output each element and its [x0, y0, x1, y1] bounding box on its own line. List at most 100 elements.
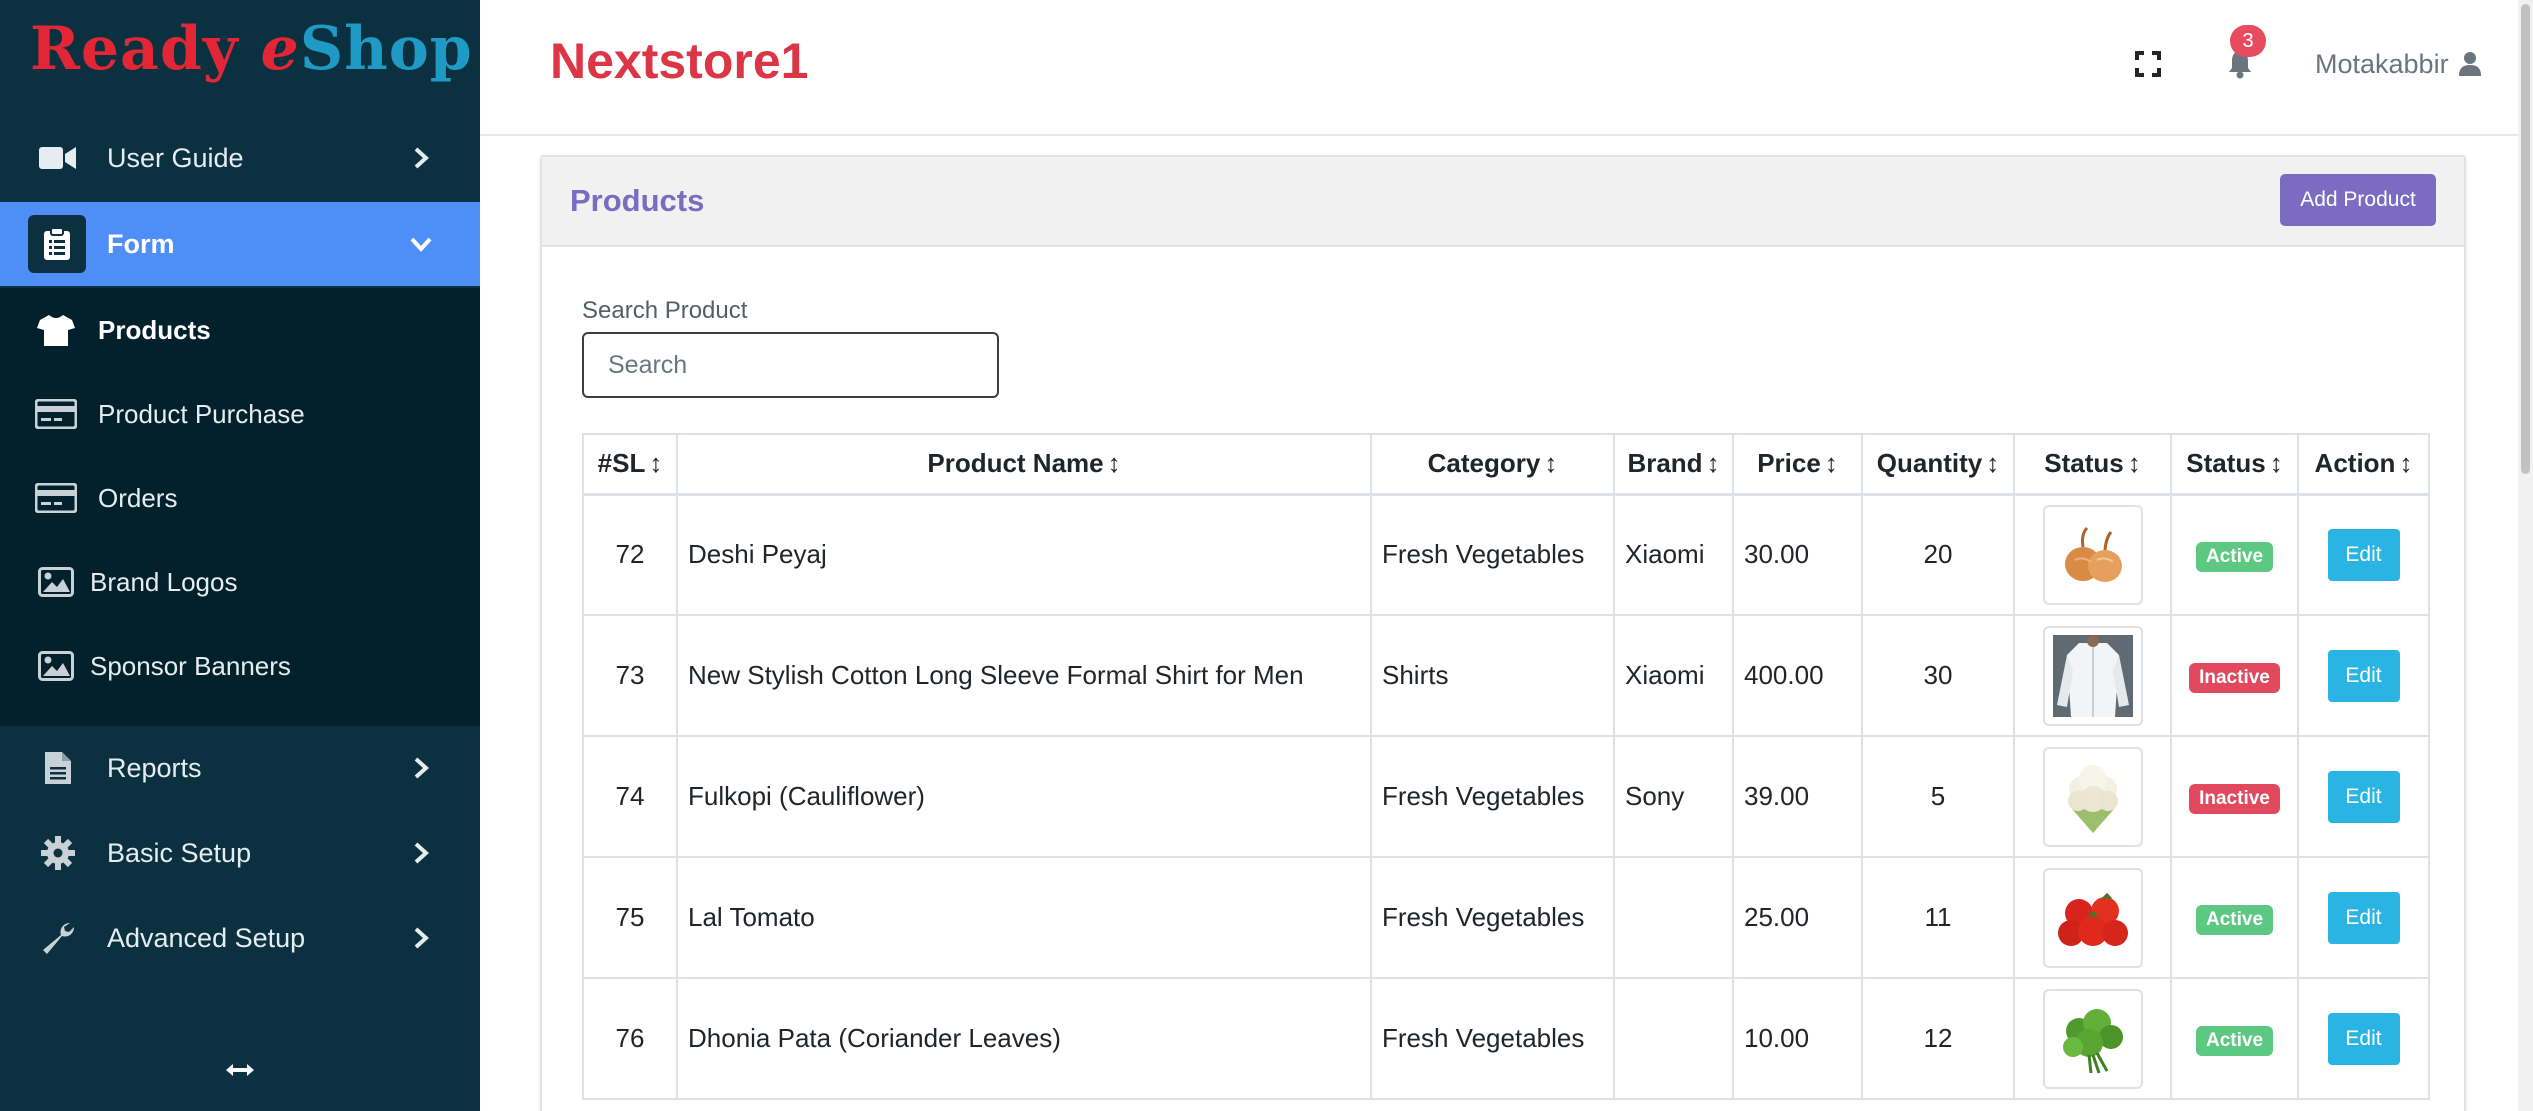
clipboard-icon: [28, 215, 86, 273]
submenu-item-orders[interactable]: Orders: [0, 456, 480, 540]
add-product-button[interactable]: Add Product: [2280, 174, 2436, 226]
cell-price: 10.00: [1732, 977, 1863, 1100]
sort-icon: ↕: [1824, 448, 1838, 479]
credit-card-icon: [34, 394, 78, 434]
cell-product-name: New Stylish Cotton Long Sleeve Formal Sh…: [676, 614, 1372, 737]
wrench-icon: [38, 918, 78, 958]
top-header: Nextstore1 3 Motakabbir: [480, 0, 2533, 136]
image-icon: [34, 562, 78, 602]
edit-button[interactable]: Edit: [2327, 891, 2400, 944]
image-icon: [34, 646, 78, 686]
cell-brand: Sony: [1613, 735, 1734, 858]
user-icon: [2457, 50, 2483, 78]
cell-status: Active: [2170, 856, 2299, 979]
page-scrollbar[interactable]: [2518, 0, 2533, 1111]
shirt-image: [2042, 625, 2143, 726]
cell-image: [2013, 735, 2172, 858]
cell-product-name: Deshi Peyaj: [676, 493, 1372, 616]
fullscreen-icon[interactable]: [2130, 46, 2166, 82]
horizontal-arrows-icon[interactable]: [220, 1052, 260, 1088]
cell-image: [2013, 493, 2172, 616]
table-row: 76 Dhonia Pata (Coriander Leaves) Fresh …: [582, 977, 2430, 1100]
cell-quantity: 30: [1861, 614, 2015, 737]
cell-category: Fresh Vegetables: [1370, 977, 1615, 1100]
cell-action: Edit: [2297, 856, 2430, 979]
sidebar-item-basic-setup[interactable]: Basic Setup: [0, 811, 480, 895]
cell-quantity: 11: [1861, 856, 2015, 979]
card-title: Products: [570, 183, 705, 218]
chevron-right-icon: [408, 755, 434, 781]
submenu-item-sponsor-banners[interactable]: Sponsor Banners: [0, 624, 480, 708]
column-header-image-status[interactable]: Status ↕: [2013, 433, 2172, 496]
edit-button[interactable]: Edit: [2327, 770, 2400, 823]
sort-icon: ↕: [2269, 448, 2283, 479]
file-icon: [38, 748, 78, 788]
cell-image: [2013, 856, 2172, 979]
status-badge: Inactive: [2189, 783, 2280, 814]
sort-icon: ↕: [2127, 448, 2141, 479]
sidebar-item-form[interactable]: Form: [0, 202, 480, 286]
cell-category: Fresh Vegetables: [1370, 493, 1615, 616]
search-input[interactable]: [582, 332, 999, 398]
cell-brand: Xiaomi: [1613, 493, 1734, 616]
column-header-status[interactable]: Status ↕: [2170, 433, 2299, 496]
sort-icon: ↕: [1986, 448, 2000, 479]
scrollbar-thumb[interactable]: [2521, 4, 2530, 474]
cell-product-name: Fulkopi (Cauliflower): [676, 735, 1372, 858]
notification-badge: 3: [2230, 25, 2266, 57]
cell-brand: [1613, 977, 1734, 1100]
submenu-item-label: Orders: [98, 482, 178, 513]
sidebar-item-advanced-setup[interactable]: Advanced Setup: [0, 896, 480, 980]
cell-category: Shirts: [1370, 614, 1615, 737]
column-header-sl[interactable]: #SL ↕: [582, 433, 678, 496]
edit-button[interactable]: Edit: [2327, 649, 2400, 702]
onion-image: [2042, 504, 2143, 605]
sidebar-item-reports[interactable]: Reports: [0, 726, 480, 810]
submenu-item-label: Brand Logos: [90, 566, 238, 597]
submenu-item-product-purchase[interactable]: Product Purchase: [0, 372, 480, 456]
sidebar-item-label: Form: [107, 228, 175, 259]
edit-button[interactable]: Edit: [2327, 1012, 2400, 1065]
cell-quantity: 20: [1861, 493, 2015, 616]
sidebar-item-label: Advanced Setup: [107, 922, 306, 953]
cell-sl: 72: [582, 493, 678, 616]
gear-icon: [38, 833, 78, 873]
column-header-quantity[interactable]: Quantity ↕: [1861, 433, 2015, 496]
tshirt-icon: [34, 310, 78, 350]
submenu-item-products[interactable]: Products: [0, 288, 480, 372]
table-row: 72 Deshi Peyaj Fresh Vegetables Xiaomi 3…: [582, 493, 2430, 616]
form-submenu: Products Product Purchase Orders Brand L…: [0, 288, 480, 726]
search-label: Search Product: [582, 297, 748, 324]
cell-image: [2013, 977, 2172, 1100]
coriander-image: [2042, 988, 2143, 1089]
sort-icon: ↕: [649, 448, 663, 479]
video-camera-icon: [38, 138, 78, 178]
user-name: Motakabbir: [2315, 48, 2449, 79]
user-menu[interactable]: Motakabbir: [2315, 44, 2483, 84]
column-header-brand[interactable]: Brand ↕: [1613, 433, 1734, 496]
cell-sl: 76: [582, 977, 678, 1100]
status-badge: Inactive: [2189, 662, 2280, 693]
logo[interactable]: Ready eShop: [30, 14, 473, 94]
status-badge: Active: [2195, 541, 2274, 572]
cell-category: Fresh Vegetables: [1370, 856, 1615, 979]
sidebar-item-user-guide[interactable]: User Guide: [0, 116, 480, 200]
submenu-item-brand-logos[interactable]: Brand Logos: [0, 540, 480, 624]
cell-price: 25.00: [1732, 856, 1863, 979]
status-badge: Active: [2195, 1025, 2274, 1056]
column-header-price[interactable]: Price ↕: [1732, 433, 1863, 496]
cell-sl: 73: [582, 614, 678, 737]
column-header-action[interactable]: Action ↕: [2297, 433, 2430, 496]
cell-price: 39.00: [1732, 735, 1863, 858]
cell-action: Edit: [2297, 614, 2430, 737]
cell-status: Inactive: [2170, 735, 2299, 858]
column-header-category[interactable]: Category ↕: [1370, 433, 1615, 496]
card-header: Products Add Product: [542, 157, 2464, 247]
column-header-product-name[interactable]: Product Name ↕: [676, 433, 1372, 496]
credit-card-icon: [34, 478, 78, 518]
edit-button[interactable]: Edit: [2327, 528, 2400, 581]
cell-product-name: Lal Tomato: [676, 856, 1372, 979]
submenu-item-label: Products: [98, 314, 211, 345]
cell-quantity: 5: [1861, 735, 2015, 858]
chevron-down-icon: [408, 231, 434, 257]
